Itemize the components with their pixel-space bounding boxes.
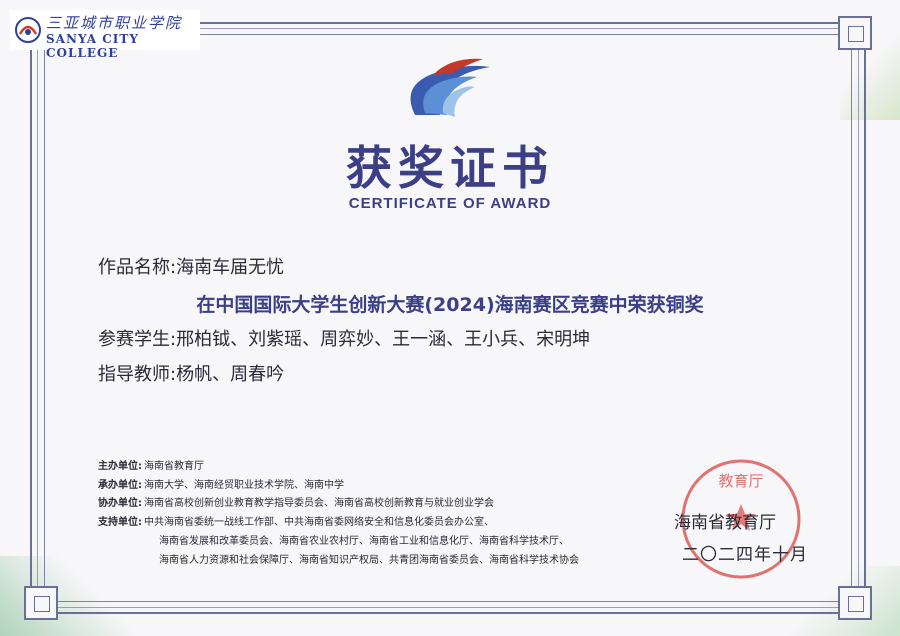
- college-name-en: SANYA CITY COLLEGE: [46, 32, 139, 60]
- frame-corner-ornament: [838, 586, 872, 620]
- work-name-label: 作品名称:: [98, 257, 177, 278]
- students-value: 邢柏钺、刘紫瑶、周弈妙、王一涵、王小兵、宋明坤: [176, 329, 591, 350]
- teachers-label: 指导教师:: [98, 364, 177, 385]
- organizer-co-label: 协办单位:: [98, 498, 142, 509]
- organizer-undertake-value: 海南大学、海南经贸职业技术学院、海南中学: [144, 480, 344, 491]
- seal-text: 教育厅: [718, 472, 763, 490]
- students-line: 参赛学生:邢柏钺、刘紫瑶、周弈妙、王一涵、王小兵、宋明坤: [98, 325, 590, 351]
- certificate-title: 获奖证书: [346, 141, 554, 195]
- organizer-support-value: 中共海南省委统一战线工作部、中共海南省委网络安全和信息化委员会办公室、: [144, 517, 494, 528]
- certificate-subtitle: CERTIFICATE OF AWARD: [348, 195, 552, 212]
- frame-corner-ornament: [838, 16, 872, 50]
- award-statement: 在中国国际大学生创新大赛(2024)海南赛区竞赛中荣获铜奖: [196, 294, 704, 316]
- college-logo: 三亚城市职业学院 SANYA CITY COLLEGE: [10, 10, 200, 60]
- certificate-page: 三亚城市职业学院 SANYA CITY COLLEGE 获奖证书 CERTIFI…: [0, 0, 900, 636]
- organizer-support-line3: 海南省人力资源和社会保障厅、海南省知识产权局、共青团海南省委员会、海南省科学技术…: [159, 555, 579, 566]
- organizer-host-value: 海南省教育厅: [144, 461, 204, 472]
- organizer-support-row: 支持单位: 中共海南省委统一战线工作部、中共海南省委网络安全和信息化委员会办公室、: [98, 513, 494, 528]
- organizer-co-row: 协办单位: 海南省高校创新创业教育教学指导委员会、海南省高校创新教育与就业创业学会: [98, 494, 494, 509]
- students-label: 参赛学生:: [98, 329, 177, 350]
- issuer-name: 海南省教育厅: [674, 513, 776, 533]
- organizer-support-label: 支持单位:: [98, 517, 142, 528]
- college-emblem-icon: [15, 17, 41, 43]
- organizer-host-row: 主办单位: 海南省教育厅: [98, 457, 204, 472]
- organizer-co-value: 海南省高校创新创业教育教学指导委员会、海南省高校创新教育与就业创业学会: [144, 498, 494, 509]
- organizer-host-label: 主办单位:: [98, 461, 142, 472]
- issue-date: 二〇二四年十月: [682, 545, 808, 565]
- college-name-cn: 三亚城市职业学院: [46, 14, 183, 32]
- frame-corner-ornament: [24, 586, 58, 620]
- teachers-line: 指导教师:杨帆、周春吟: [98, 360, 284, 386]
- award-emblem-icon: [410, 58, 490, 117]
- organizer-support-line2: 海南省发展和改革委员会、海南省农业农村厅、海南省工业和信息化厅、海南省科学技术厅…: [159, 536, 569, 547]
- organizer-undertake-label: 承办单位:: [98, 480, 142, 491]
- work-name-value: 海南车届无忧: [176, 257, 285, 278]
- work-name-line: 作品名称:海南车届无忧: [98, 253, 284, 279]
- organizer-undertake-row: 承办单位: 海南大学、海南经贸职业技术学院、海南中学: [98, 476, 344, 491]
- teachers-value: 杨帆、周春吟: [176, 364, 285, 385]
